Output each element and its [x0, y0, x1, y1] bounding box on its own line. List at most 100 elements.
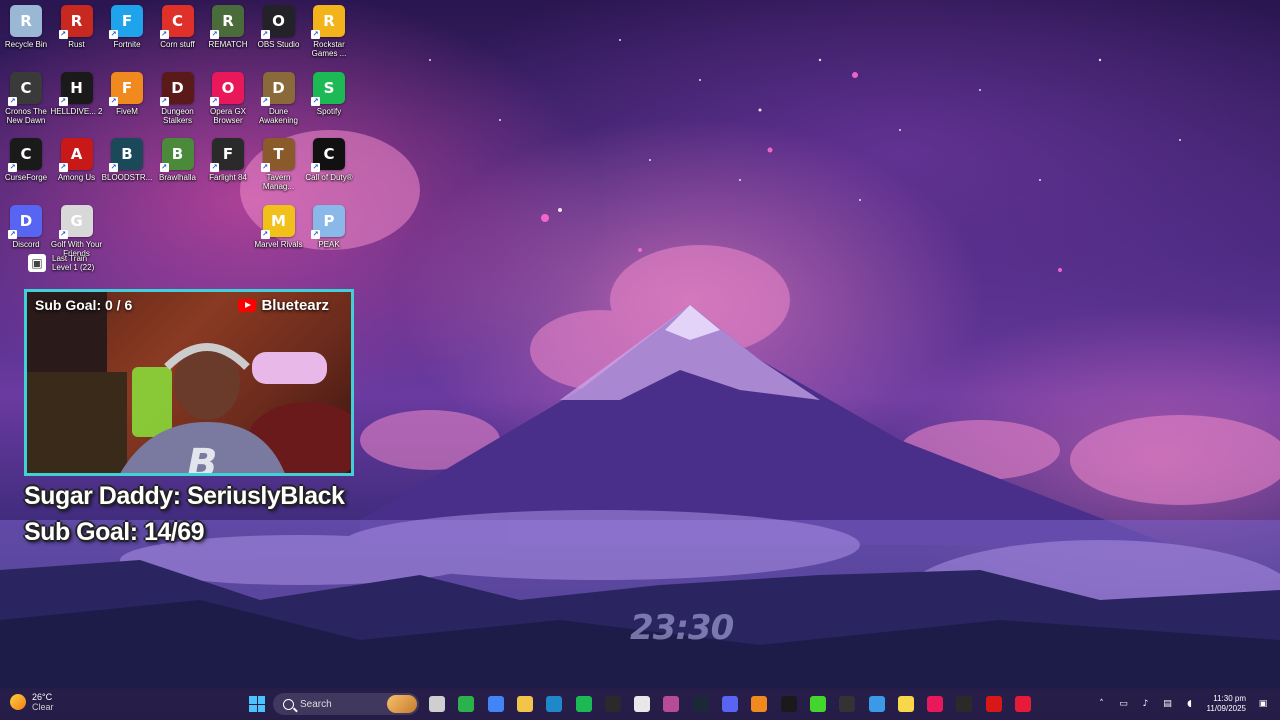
- desktop-call-of-duty[interactable]: C ↗ Call of Duty®: [301, 138, 357, 182]
- shortcut-arrow-icon: ↗: [210, 30, 219, 39]
- search-box[interactable]: Search: [273, 693, 419, 715]
- taskbar-terminal-icon[interactable]: [956, 696, 973, 712]
- desktop-peak[interactable]: P ↗ PEAK: [301, 204, 357, 249]
- sub-goal-text: Sub Goal: 14/69: [24, 518, 205, 546]
- desktop-icon-label: OBS Studio: [257, 40, 300, 49]
- desktop-spotify[interactable]: S ↗ Spotify: [301, 71, 357, 116]
- peak-icon: P ↗: [311, 204, 345, 239]
- system-tray: ˄ ▭ ♪ ▤ ◖ 11:30 pm 11/09/2025 ▣: [1097, 688, 1268, 720]
- taskbar-steam-icon[interactable]: [692, 696, 709, 712]
- youtube-icon: [238, 299, 257, 312]
- taskbar-vlc-icon[interactable]: [751, 696, 768, 712]
- weather-icon: [10, 694, 26, 710]
- search-placeholder: Search: [300, 698, 332, 710]
- taskbar-tiktok-live-icon[interactable]: [1015, 696, 1031, 712]
- desktop-rematch[interactable]: R ↗ REMATCH: [200, 5, 256, 49]
- last-train-item[interactable]: ▣ Last Train Level 1 (22): [28, 254, 118, 272]
- shortcut-arrow-icon: ↗: [8, 229, 17, 239]
- desktop-tavern-manager[interactable]: T ↗ Tavern Manag...: [251, 138, 307, 191]
- shortcut-arrow-icon: ↗: [311, 96, 320, 106]
- chevron-up-icon[interactable]: ˄: [1097, 699, 1107, 709]
- desktop-icon-label: Discord: [12, 239, 40, 249]
- desktop-bloodstrike[interactable]: B ↗ BLOODSTR...: [99, 138, 155, 182]
- taskbar-obs-icon[interactable]: [839, 696, 856, 712]
- obs-studio-icon: O ↗: [260, 5, 295, 39]
- desktop-marvel-rivals[interactable]: M ↗ Marvel Rivals: [251, 204, 307, 249]
- taskbar-capcut-icon[interactable]: [780, 696, 797, 712]
- desktop-fivem[interactable]: F ↗ FiveM: [99, 71, 155, 116]
- taskbar-spotify-icon[interactable]: [575, 696, 592, 712]
- shortcut-arrow-icon: ↗: [210, 96, 219, 106]
- desktop-farlight[interactable]: F ↗ Farlight 84: [200, 138, 256, 182]
- sugar-daddy-text: Sugar Daddy: SeriuslyBlack: [24, 482, 345, 510]
- shortcut-arrow-icon: ↗: [260, 96, 270, 106]
- desktop-fortnite[interactable]: F ↗ Fortnite: [99, 5, 155, 49]
- desktop-icon-label: PEAK: [318, 239, 340, 249]
- desktop-dungeon-stalkers[interactable]: D ↗ Dungeon Stalkers: [150, 71, 206, 125]
- desktop-brawlhalla[interactable]: B ↗ Brawlhalla: [150, 138, 206, 182]
- weather-widget[interactable]: 26°C Clear: [10, 692, 54, 712]
- shortcut-arrow-icon: ↗: [58, 30, 68, 39]
- taskbar-notepad-icon[interactable]: [634, 696, 651, 712]
- taskbar-sticky-notes-icon[interactable]: [897, 696, 914, 712]
- shortcut-arrow-icon: ↗: [159, 30, 169, 39]
- shortcut-arrow-icon: ↗: [260, 30, 270, 39]
- desktop-icon-label: Brawlhalla: [159, 173, 196, 182]
- clock-widget: 23:30: [630, 608, 734, 648]
- taskbar-file-explorer-icon[interactable]: [516, 696, 533, 712]
- desktop-icon-label: BLOODSTR...: [101, 173, 153, 182]
- desktop-corn-stuff[interactable]: C ↗ Corn stuff: [150, 5, 206, 49]
- taskbar-xbox-icon[interactable]: [458, 696, 475, 712]
- dune-awakening-icon: D ↗: [260, 71, 295, 106]
- discord-icon: D ↗: [8, 204, 42, 239]
- taskbar-game-icon[interactable]: [663, 696, 680, 712]
- taskbar-opera-gx-icon[interactable]: [927, 696, 944, 712]
- desktop-opera-gx[interactable]: O ↗ Opera GX Browser: [200, 71, 256, 125]
- shortcut-arrow-icon: ↗: [58, 96, 68, 106]
- taskbar-discord-icon[interactable]: [722, 696, 738, 712]
- webcam-overlay: B Sub Goal: 0 / 6 Bluetearz: [24, 289, 354, 476]
- desktop-rust[interactable]: R ↗ Rust: [49, 5, 105, 49]
- taskbar-epic-games-icon[interactable]: [604, 696, 621, 712]
- desktop-icon-label: REMATCH: [208, 40, 248, 49]
- volume-icon[interactable]: ◖: [1185, 699, 1195, 709]
- desktop-icon-label: Dungeon Stalkers: [161, 106, 194, 125]
- webcam-feed: B: [27, 292, 351, 473]
- network-icon[interactable]: ▤: [1163, 699, 1173, 709]
- desktop-icon-label: Tavern Manag...: [262, 173, 295, 191]
- desktop-rockstar-games[interactable]: R ↗ Rockstar Games ...: [301, 5, 357, 58]
- taskbar-vscode-icon[interactable]: [546, 696, 563, 712]
- taskbar-chrome-icon[interactable]: [487, 696, 504, 712]
- marvel-rivals-icon: M ↗: [260, 204, 295, 239]
- shortcut-arrow-icon: ↗: [58, 163, 68, 172]
- desktop-cronos[interactable]: C ↗ Cronos The New Dawn: [0, 71, 54, 125]
- desktop-discord[interactable]: D ↗ Discord: [0, 204, 54, 249]
- time: 11:30 pm: [1213, 694, 1246, 703]
- taskbar-task-view-icon[interactable]: [429, 696, 445, 712]
- shortcut-arrow-icon: ↗: [260, 229, 270, 239]
- corn-stuff-icon: C ↗: [159, 5, 194, 39]
- shortcut-arrow-icon: ↗: [109, 163, 118, 172]
- desktop-icon-label: FiveM: [116, 106, 138, 116]
- taskbar-photos-icon[interactable]: [868, 696, 885, 712]
- shortcut-arrow-icon: ↗: [311, 163, 320, 172]
- call-of-duty-icon: C ↗: [311, 138, 345, 172]
- desktop-helldivers[interactable]: H ↗ HELLDIVE... 2: [49, 71, 105, 116]
- clock[interactable]: 11:30 pm 11/09/2025: [1207, 694, 1246, 714]
- microphone-icon[interactable]: ♪: [1141, 699, 1151, 709]
- rockstar-games-icon: R ↗: [311, 5, 345, 39]
- desktop-among-us[interactable]: A ↗ Among Us: [49, 138, 105, 182]
- farlight-icon: F ↗: [210, 138, 244, 172]
- taskbar-razer-icon[interactable]: [809, 696, 826, 712]
- desktop-golf-with-friends[interactable]: G ↗ Golf With Your Friends: [49, 204, 105, 258]
- notification-icon[interactable]: ▣: [1258, 699, 1268, 709]
- taskbar-red-app-icon[interactable]: [985, 696, 1002, 712]
- desktop-curseforge[interactable]: C ↗ CurseForge: [0, 138, 54, 182]
- desktop-icon-label: Rockstar Games ...: [311, 40, 347, 58]
- start-button[interactable]: [249, 696, 265, 712]
- desktop-dune-awakening[interactable]: D ↗ Dune Awakening: [251, 71, 307, 125]
- device-icon[interactable]: ▭: [1119, 699, 1129, 709]
- desktop-obs-studio[interactable]: O ↗ OBS Studio: [251, 5, 307, 49]
- desktop-recycle-bin[interactable]: R Recycle Bin: [0, 5, 54, 49]
- dungeon-stalkers-icon: D ↗: [159, 71, 194, 106]
